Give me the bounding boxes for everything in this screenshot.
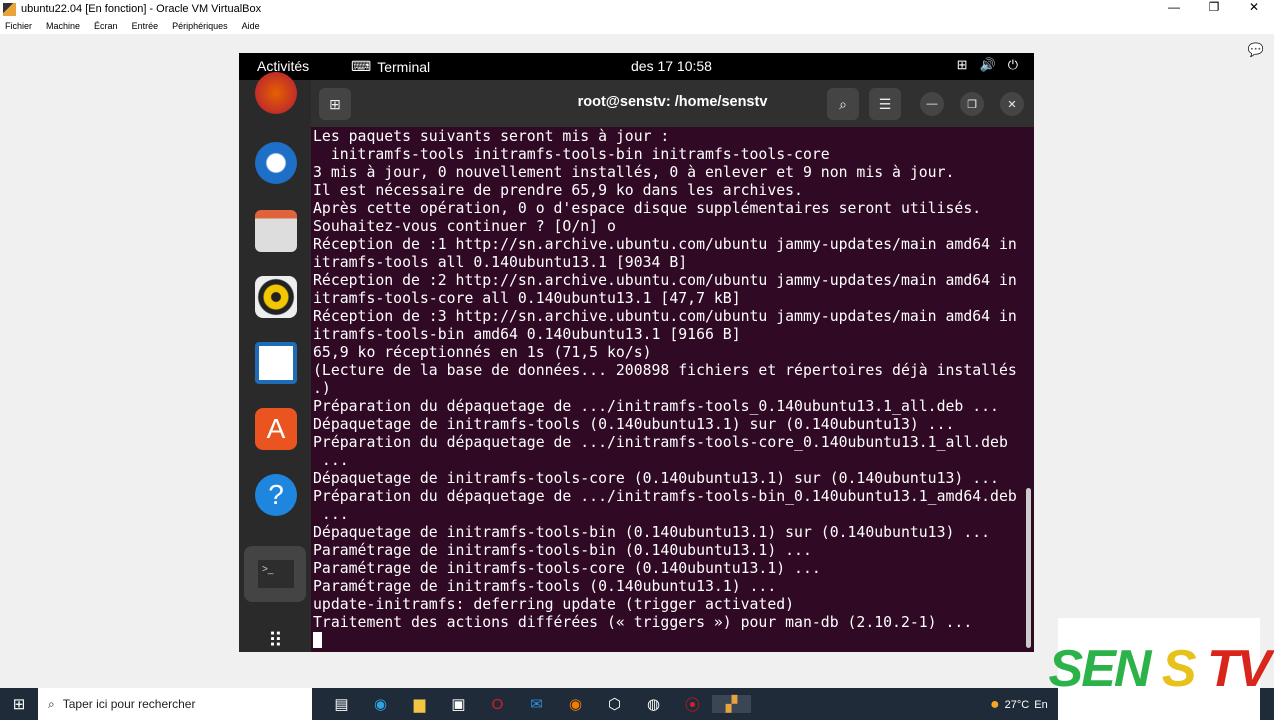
terminal-headerbar: ⊞ root@senstv: /home/senstv ⌕ ☰ — ❐ ✕ [311, 80, 1034, 127]
terminal-line: Dépaquetage de initramfs-tools-bin (0.14… [313, 524, 991, 541]
dock: A ? >_ ⠿ [239, 72, 311, 652]
network-icon: ⊞ [956, 57, 968, 72]
window-title: ubuntu22.04 [En fonction] - Oracle VM Vi… [21, 3, 262, 15]
terminal-line: Préparation du dépaquetage de .../initra… [313, 398, 999, 415]
terminal-line: Paramétrage de initramfs-tools-core (0.1… [313, 560, 821, 577]
terminal-line: Il est nécessaire de prendre 65,9 ko dan… [313, 182, 803, 199]
terminal-line: (Lecture de la base de données... 200898… [313, 362, 1017, 379]
dock-terminal-icon[interactable]: >_ [244, 546, 306, 602]
task-view-icon[interactable]: ▤ [322, 695, 361, 713]
opera-icon[interactable]: O [478, 696, 517, 713]
terminal-line: Paramétrage de initramfs-tools-bin (0.14… [313, 542, 812, 559]
terminal-icon: ⌨ [351, 58, 372, 74]
app-name: Terminal [377, 58, 431, 75]
gnome-topbar: Activités ⌨ Terminal des 17 10:58 ⊞ 🔊 ⏻ [239, 53, 1034, 80]
system-tray[interactable]: ⊞ 🔊 ⏻ [957, 57, 1018, 73]
virtualbox-icon [3, 2, 16, 16]
terminal-line: .) [313, 380, 331, 397]
app-menu[interactable]: ⌨ Terminal [351, 58, 430, 75]
search-icon: ⌕ [48, 696, 55, 711]
temperature: 27°C [1004, 699, 1030, 711]
terminal-close-button[interactable]: ✕ [1000, 92, 1024, 116]
help-icon[interactable]: ? [255, 474, 297, 516]
store-icon[interactable]: ▣ [439, 695, 478, 713]
terminal-line: Souhaitez-vous continuer ? [O/n] o [313, 218, 616, 235]
terminal-line: Paramétrage de initramfs-tools (0.140ubu… [313, 578, 777, 595]
terminal-line: Réception de :1 http://sn.archive.ubuntu… [313, 236, 1017, 253]
power-icon: ⏻ [1007, 57, 1018, 72]
record-icon[interactable]: ⦿ [673, 694, 712, 715]
terminal-line: ... [313, 506, 349, 523]
terminal-line: 65,9 ko réceptionnés en 1s (71,5 ko/s) [313, 344, 652, 361]
terminal-maximize-button[interactable]: ❐ [960, 92, 984, 116]
minimize-button[interactable]: — [1154, 0, 1194, 14]
terminal-line: Dépaquetage de initramfs-tools (0.140ubu… [313, 416, 955, 433]
vm-app-icon[interactable]: ⬡ [595, 695, 634, 713]
terminal-line: 3 mis à jour, 0 nouvellement installés, … [313, 164, 955, 181]
close-button[interactable]: ✕ [1234, 0, 1274, 14]
terminal-line: itramfs-tools all 0.140ubuntu13.1 [9034 … [313, 254, 688, 271]
menu-machine[interactable]: Machine [46, 21, 80, 31]
search-button[interactable]: ⌕ [827, 88, 859, 120]
terminal-line: Après cette opération, 0 o d'espace disq… [313, 200, 982, 217]
menu-ecran[interactable]: Écran [94, 21, 118, 31]
terminal-line: Préparation du dépaquetage de .../initra… [313, 488, 1017, 505]
firefox-taskbar-icon[interactable]: ◉ [556, 695, 595, 713]
cursor [313, 632, 322, 648]
menu-peripheriques[interactable]: Périphériques [172, 21, 228, 31]
terminal-line: ... [313, 452, 349, 469]
search-placeholder: Taper ici pour rechercher [62, 697, 196, 711]
edge-icon[interactable]: ◉ [361, 695, 400, 713]
terminal-minimize-button[interactable]: — [920, 92, 944, 116]
recorder-icon[interactable]: ◍ [634, 695, 673, 713]
terminal-line: itramfs-tools-bin amd64 0.140ubuntu13.1 … [313, 326, 741, 343]
terminal-line: Les paquets suivants seront mis à jour : [313, 128, 670, 145]
volume-icon: 🔊 [979, 57, 996, 72]
menu-fichier[interactable]: Fichier [5, 21, 32, 31]
menu-entree[interactable]: Entrée [132, 21, 159, 31]
scrollbar[interactable] [1026, 488, 1031, 648]
files-icon[interactable] [255, 210, 297, 252]
terminal-line: Dépaquetage de initramfs-tools-core (0.1… [313, 470, 999, 487]
taskbar-search[interactable]: ⌕ Taper ici pour rechercher [38, 688, 312, 720]
senstv-logo: SEN S TV [1049, 618, 1271, 720]
clock[interactable]: des 17 10:58 [631, 58, 712, 74]
terminal-line: initramfs-tools initramfs-tools-bin init… [313, 146, 830, 163]
terminal-line: update-initramfs: deferring update (trig… [313, 596, 795, 613]
menu-aide[interactable]: Aide [242, 21, 260, 31]
terminal-line: Préparation du dépaquetage de .../initra… [313, 434, 1008, 451]
rhythmbox-icon[interactable] [255, 276, 297, 318]
mail-icon[interactable]: ✉ [517, 695, 556, 713]
file-explorer-icon[interactable]: ▆ [400, 695, 439, 713]
firefox-icon[interactable] [255, 72, 297, 114]
thunderbird-icon[interactable] [255, 142, 297, 184]
windows-start-icon[interactable]: ⊞ [0, 695, 38, 713]
terminal-line: itramfs-tools-core all 0.140ubuntu13.1 [… [313, 290, 741, 307]
vbox-menubar: Fichier Machine Écran Entrée Périphériqu… [0, 18, 1274, 34]
terminal-line: Traitement des actions différées (« trig… [313, 614, 973, 631]
activities-button[interactable]: Activités [257, 58, 309, 74]
weather-extra: En [1034, 699, 1048, 711]
show-apps-icon[interactable]: ⠿ [255, 620, 297, 652]
notification-icon[interactable]: 💬 [1248, 42, 1264, 58]
vbox-titlebar: ubuntu22.04 [En fonction] - Oracle VM Vi… [0, 0, 1274, 18]
maximize-button[interactable]: ❐ [1194, 0, 1234, 14]
terminal-line: Réception de :3 http://sn.archive.ubuntu… [313, 308, 1017, 325]
sun-icon: ● [990, 696, 1000, 713]
virtualbox-taskbar-icon[interactable]: ▞ [712, 695, 751, 713]
writer-icon[interactable] [255, 342, 297, 384]
terminal-output[interactable]: Les paquets suivants seront mis à jour :… [313, 128, 1028, 650]
app-center-icon[interactable]: A [255, 408, 297, 450]
menu-button[interactable]: ☰ [869, 88, 901, 120]
terminal-line: Réception de :2 http://sn.archive.ubuntu… [313, 272, 1017, 289]
weather-widget[interactable]: ● 27°C En [990, 696, 1048, 714]
vm-screen[interactable]: Activités ⌨ Terminal des 17 10:58 ⊞ 🔊 ⏻ A ?… [239, 53, 1034, 652]
